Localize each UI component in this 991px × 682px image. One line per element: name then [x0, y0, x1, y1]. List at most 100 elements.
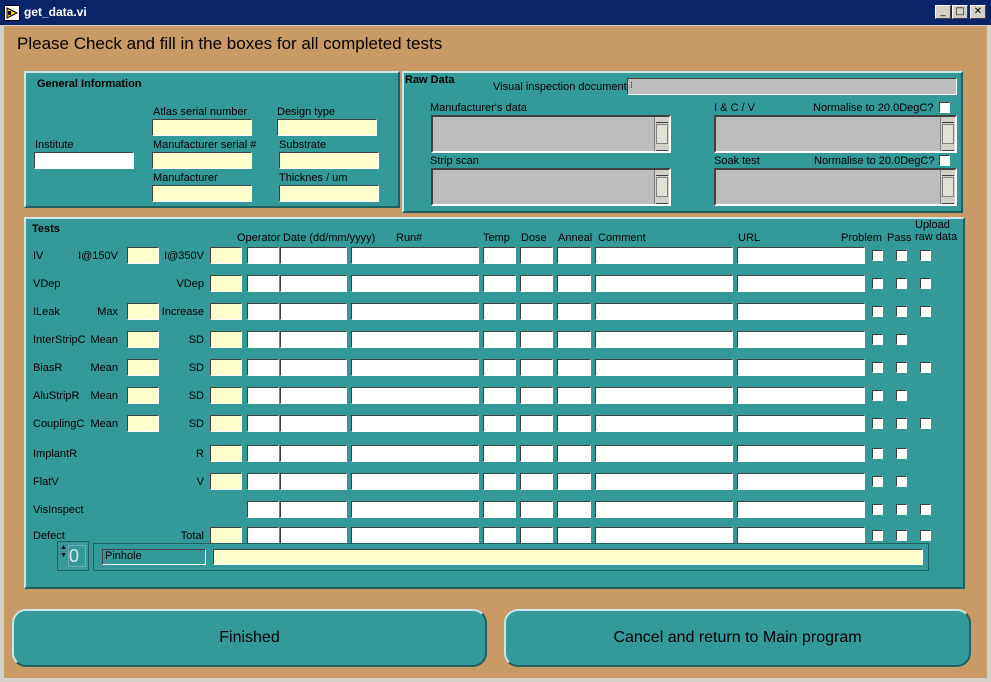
problem-checkbox[interactable]	[872, 418, 883, 429]
soak-test-field[interactable]	[714, 168, 957, 206]
scrollbar[interactable]	[940, 117, 955, 151]
pass-checkbox[interactable]	[896, 278, 907, 289]
design-type-input[interactable]	[277, 119, 377, 136]
anneal-input[interactable]	[557, 275, 591, 292]
operator-input[interactable]	[247, 303, 279, 320]
comment-input[interactable]	[595, 359, 733, 376]
comment-input[interactable]	[595, 387, 733, 404]
dose-input[interactable]	[520, 359, 553, 376]
anneal-input[interactable]	[557, 247, 591, 264]
dose-input[interactable]	[520, 247, 553, 264]
comment-input[interactable]	[595, 331, 733, 348]
normalise-checkbox-2[interactable]	[939, 155, 950, 166]
anneal-input[interactable]	[557, 331, 591, 348]
param2-input[interactable]	[210, 331, 242, 348]
url-input[interactable]	[737, 303, 865, 320]
cancel-button[interactable]: Cancel and return to Main program	[504, 609, 971, 667]
dose-input[interactable]	[520, 527, 553, 544]
date-input[interactable]	[280, 445, 347, 462]
problem-checkbox[interactable]	[872, 390, 883, 401]
pass-checkbox[interactable]	[896, 418, 907, 429]
problem-checkbox[interactable]	[872, 530, 883, 541]
url-input[interactable]	[737, 473, 865, 490]
dose-input[interactable]	[520, 331, 553, 348]
anneal-input[interactable]	[557, 415, 591, 432]
run-input[interactable]	[351, 331, 479, 348]
problem-checkbox[interactable]	[872, 362, 883, 373]
scrollbar[interactable]	[654, 170, 669, 204]
pass-checkbox[interactable]	[896, 390, 907, 401]
pass-checkbox[interactable]	[896, 250, 907, 261]
defect-type-selector[interactable]: Pinhole	[102, 549, 206, 565]
operator-input[interactable]	[247, 359, 279, 376]
pass-checkbox[interactable]	[896, 448, 907, 459]
comment-input[interactable]	[595, 501, 733, 518]
url-input[interactable]	[737, 527, 865, 544]
url-input[interactable]	[737, 445, 865, 462]
temp-input[interactable]	[483, 359, 516, 376]
temp-input[interactable]	[483, 331, 516, 348]
param2-input[interactable]	[210, 415, 242, 432]
anneal-input[interactable]	[557, 387, 591, 404]
maximize-button[interactable]: □	[952, 5, 968, 19]
upload-checkbox[interactable]	[920, 250, 931, 261]
date-input[interactable]	[280, 275, 347, 292]
date-input[interactable]	[280, 331, 347, 348]
temp-input[interactable]	[483, 415, 516, 432]
run-input[interactable]	[351, 247, 479, 264]
problem-checkbox[interactable]	[872, 448, 883, 459]
visual-inspection-path[interactable]: ⁝	[627, 78, 957, 95]
dose-input[interactable]	[520, 415, 553, 432]
param1-input[interactable]	[127, 247, 159, 264]
date-input[interactable]	[280, 247, 347, 264]
dose-input[interactable]	[520, 445, 553, 462]
problem-checkbox[interactable]	[872, 334, 883, 345]
defect-index-value[interactable]: 0	[68, 545, 86, 567]
increment-arrows-icon[interactable]: ▲ ▼	[60, 544, 67, 560]
dose-input[interactable]	[520, 387, 553, 404]
date-input[interactable]	[280, 473, 347, 490]
anneal-input[interactable]	[557, 501, 591, 518]
upload-checkbox[interactable]	[920, 278, 931, 289]
run-input[interactable]	[351, 501, 479, 518]
temp-input[interactable]	[483, 473, 516, 490]
operator-input[interactable]	[247, 247, 279, 264]
run-input[interactable]	[351, 415, 479, 432]
run-input[interactable]	[351, 303, 479, 320]
anneal-input[interactable]	[557, 359, 591, 376]
problem-checkbox[interactable]	[872, 250, 883, 261]
comment-input[interactable]	[595, 275, 733, 292]
upload-checkbox[interactable]	[920, 504, 931, 515]
date-input[interactable]	[280, 415, 347, 432]
defect-type-label[interactable]: Pinhole	[105, 550, 142, 562]
run-input[interactable]	[351, 527, 479, 544]
date-input[interactable]	[280, 359, 347, 376]
date-input[interactable]	[280, 501, 347, 518]
temp-input[interactable]	[483, 303, 516, 320]
param2-input[interactable]	[210, 275, 242, 292]
url-input[interactable]	[737, 275, 865, 292]
run-input[interactable]	[351, 473, 479, 490]
operator-input[interactable]	[247, 445, 279, 462]
temp-input[interactable]	[483, 387, 516, 404]
comment-input[interactable]	[595, 415, 733, 432]
date-input[interactable]	[280, 303, 347, 320]
scrollbar[interactable]	[940, 170, 955, 204]
run-input[interactable]	[351, 275, 479, 292]
run-input[interactable]	[351, 445, 479, 462]
manufacturer-input[interactable]	[152, 185, 252, 202]
param1-input[interactable]	[127, 331, 159, 348]
temp-input[interactable]	[483, 501, 516, 518]
minimize-button[interactable]: _	[935, 5, 951, 19]
url-input[interactable]	[737, 501, 865, 518]
strip-scan-field[interactable]	[431, 168, 671, 206]
param2-input[interactable]	[210, 387, 242, 404]
temp-input[interactable]	[483, 445, 516, 462]
url-input[interactable]	[737, 359, 865, 376]
dose-input[interactable]	[520, 275, 553, 292]
pass-checkbox[interactable]	[896, 306, 907, 317]
pass-checkbox[interactable]	[896, 504, 907, 515]
defect-value-input[interactable]	[213, 549, 923, 565]
operator-input[interactable]	[247, 387, 279, 404]
url-input[interactable]	[737, 387, 865, 404]
